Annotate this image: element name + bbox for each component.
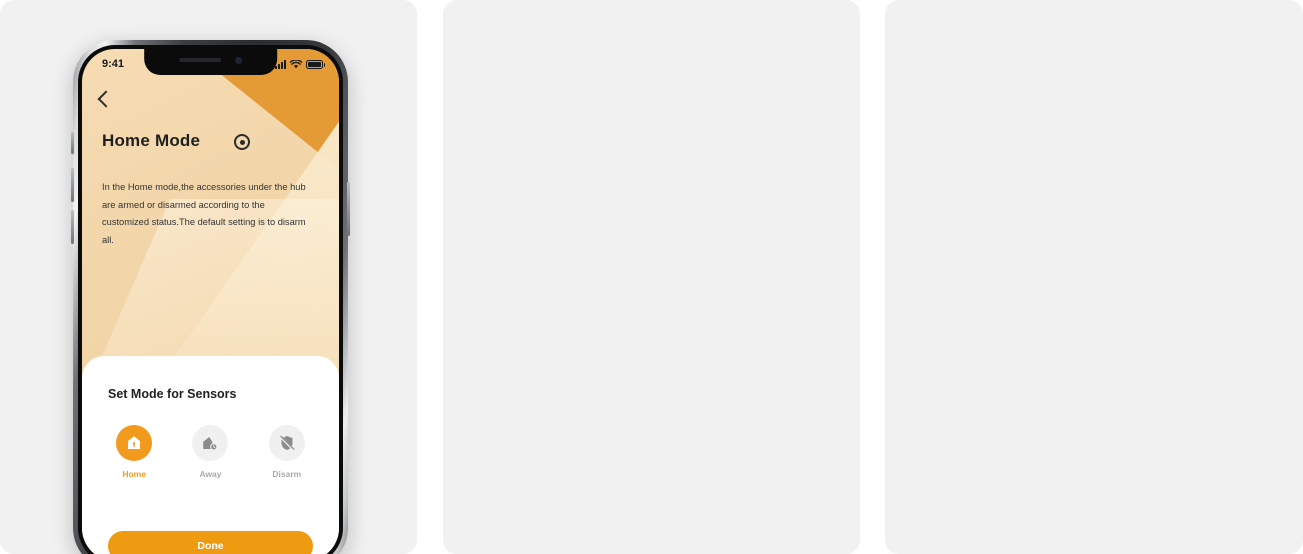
panel-lock-screen-notification: 11:37 bbox=[443, 0, 860, 554]
status-time: 9:41 bbox=[102, 58, 125, 70]
done-button[interactable]: Done bbox=[108, 531, 313, 554]
mode-option-home[interactable]: Home bbox=[96, 425, 172, 479]
phone-device-1: 9:41 Home Mode In the Home mode,the acce… bbox=[71, 40, 350, 554]
screenshot-stage: 9:41 Home Mode In the Home mode,the acce… bbox=[0, 0, 1303, 554]
wifi-icon bbox=[290, 59, 302, 68]
status-indicators bbox=[275, 59, 325, 69]
phone-bezel-1: 9:41 Home Mode In the Home mode,the acce… bbox=[78, 45, 343, 554]
panel-home-mode-set-sensors: 9:41 Home Mode In the Home mode,the acce… bbox=[0, 0, 417, 554]
sheet-title: Set Mode for Sensors bbox=[108, 387, 237, 401]
mode-label-home: Home bbox=[122, 469, 146, 479]
back-chevron-icon[interactable] bbox=[97, 90, 115, 108]
volume-up-button[interactable] bbox=[71, 168, 74, 202]
panel-home-mode-sensor-list: Home Mode Specify which sensors should b… bbox=[885, 0, 1303, 554]
mode-label-disarm: Disarm bbox=[272, 469, 302, 479]
cellular-bars-icon bbox=[275, 59, 286, 69]
mode-label-away: Away bbox=[199, 469, 222, 479]
volume-down-button[interactable] bbox=[71, 210, 74, 244]
target-gear-icon[interactable] bbox=[234, 134, 250, 150]
status-bar-1: 9:41 bbox=[82, 49, 339, 75]
mode-option-away[interactable]: Away bbox=[172, 425, 248, 479]
screen-1: 9:41 Home Mode In the Home mode,the acce… bbox=[82, 49, 339, 554]
page-title: Home Mode bbox=[102, 131, 201, 150]
power-button[interactable] bbox=[347, 182, 350, 236]
mode-selector: Home Away Disarm bbox=[82, 425, 339, 479]
battery-icon bbox=[306, 59, 325, 69]
mode-description: In the Home mode,the accessories under t… bbox=[102, 182, 306, 245]
home-away-icon bbox=[192, 425, 229, 461]
shield-slash-icon bbox=[268, 425, 305, 461]
mode-option-disarm[interactable]: Disarm bbox=[249, 425, 325, 479]
home-shield-icon bbox=[116, 425, 153, 461]
bottom-sheet: Set Mode for Sensors Home Away Disarm Do… bbox=[82, 356, 339, 554]
mute-switch[interactable] bbox=[71, 132, 74, 154]
